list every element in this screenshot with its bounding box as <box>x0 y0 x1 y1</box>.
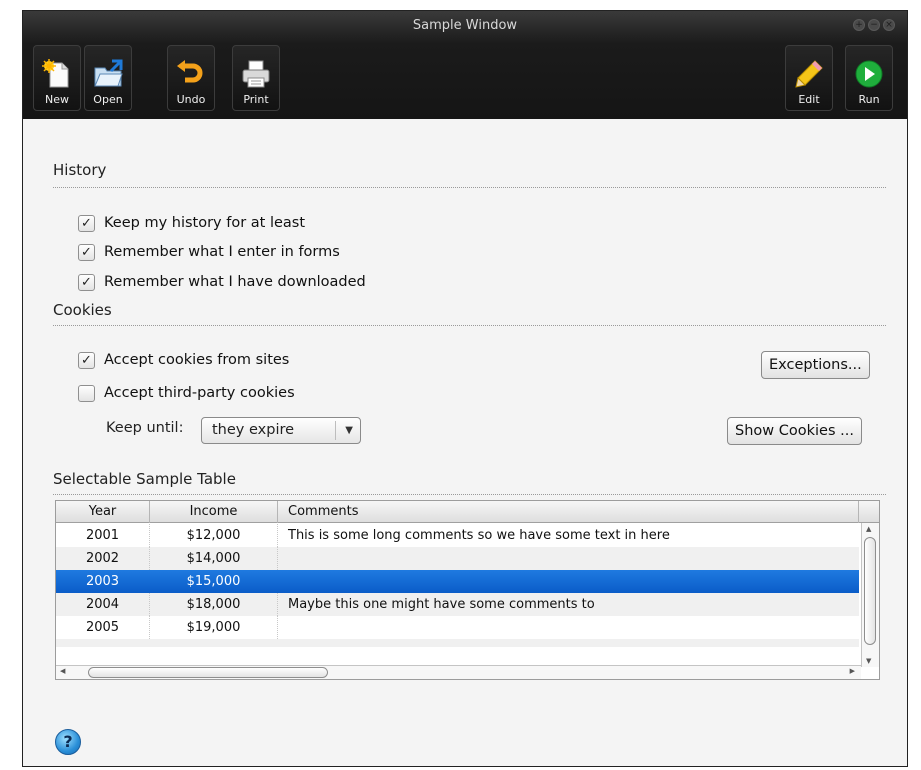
column-header-comments[interactable]: Comments <box>278 501 859 523</box>
help-icon[interactable]: ? <box>55 729 81 755</box>
keep-until-value: they expire <box>212 422 295 438</box>
remember-forms-checkbox[interactable]: ✓ <box>78 243 95 261</box>
table-heading: Selectable Sample Table <box>53 470 236 488</box>
pencil-icon <box>795 60 823 88</box>
column-header-income[interactable]: Income <box>150 501 278 523</box>
vertical-scroll-thumb[interactable] <box>864 537 876 645</box>
cell-income: $12,000 <box>150 524 278 547</box>
undo-icon <box>177 60 203 83</box>
table-row[interactable]: 2002 $14,000 <box>56 547 859 570</box>
play-icon <box>855 60 883 88</box>
remember-forms-label: Remember what I enter in forms <box>104 244 340 260</box>
table-row[interactable]: 2001 $12,000 This is some long comments … <box>56 524 859 547</box>
history-separator <box>53 187 886 188</box>
sample-table[interactable]: Year Income Comments 2001 $12,000 This i… <box>55 500 880 680</box>
edit-button[interactable]: Edit <box>785 45 833 111</box>
third-party-cookies-checkbox[interactable] <box>78 384 95 402</box>
table-header: Year Income Comments <box>56 501 879 523</box>
open-label: Open <box>93 93 123 106</box>
run-button[interactable]: Run <box>845 45 893 111</box>
scroll-down-icon[interactable]: ▼ <box>866 657 871 665</box>
cell-year: 2005 <box>56 616 150 639</box>
scroll-left-icon[interactable]: ◀ <box>60 667 65 675</box>
remember-forms-option[interactable]: ✓ Remember what I enter in forms <box>78 241 340 263</box>
column-header-year[interactable]: Year <box>56 501 150 523</box>
print-label: Print <box>243 93 269 106</box>
accept-cookies-checkbox[interactable]: ✓ <box>78 351 95 369</box>
window-title: Sample Window <box>412 18 518 33</box>
undo-label: Undo <box>176 93 206 106</box>
edit-label: Edit <box>798 93 820 106</box>
minimize-window-icon[interactable]: − <box>868 19 880 31</box>
scroll-right-icon[interactable]: ▶ <box>850 667 855 675</box>
table-row[interactable]: 2005 $19,000 <box>56 616 859 639</box>
cell-comments <box>288 616 848 639</box>
new-label: New <box>45 93 69 106</box>
cell-year: 2001 <box>56 524 150 547</box>
horizontal-scroll-thumb[interactable] <box>88 667 328 678</box>
select-divider <box>335 421 336 440</box>
cell-year: 2003 <box>85 574 120 589</box>
cell-year: 2004 <box>56 593 150 616</box>
remember-downloads-label: Remember what I have downloaded <box>104 274 366 290</box>
vertical-scrollbar[interactable]: ▲ ▼ <box>861 523 879 667</box>
cookies-heading: Cookies <box>53 301 112 319</box>
keep-until-select[interactable]: they expire ▼ <box>201 417 361 444</box>
keep-until-label: Keep until: <box>106 420 184 436</box>
cell-comments <box>288 547 848 570</box>
scroll-up-icon[interactable]: ▲ <box>866 525 871 533</box>
keep-history-option[interactable]: ✓ Keep my history for at least <box>78 212 305 234</box>
printer-icon <box>242 60 270 88</box>
accept-cookies-option[interactable]: ✓ Accept cookies from sites <box>78 349 289 371</box>
open-folder-icon <box>94 59 123 87</box>
open-button[interactable]: Open <box>84 45 132 111</box>
cell-year: 2002 <box>56 547 150 570</box>
remember-downloads-option[interactable]: ✓ Remember what I have downloaded <box>78 271 366 293</box>
new-button[interactable]: New <box>33 45 81 111</box>
table-row-partial[interactable] <box>56 639 859 647</box>
cell-income: $15,000 <box>186 574 241 589</box>
cell-income: $19,000 <box>150 616 278 639</box>
exceptions-button[interactable]: Exceptions... <box>761 351 870 379</box>
horizontal-scrollbar[interactable]: ◀ ▶ <box>56 665 861 679</box>
keep-history-checkbox[interactable]: ✓ <box>78 214 95 232</box>
cell-comments: Maybe this one might have some comments … <box>288 597 595 612</box>
title-toolbar-bar: Sample Window + − × New Open Undo Print … <box>23 11 907 119</box>
cell-income: $18,000 <box>150 593 278 616</box>
cell-income: $14,000 <box>150 547 278 570</box>
table-row[interactable]: 2004 $18,000 Maybe this one might have s… <box>56 593 859 616</box>
sample-window: Sample Window + − × New Open Undo Print … <box>22 10 908 767</box>
window-controls: + − × <box>853 19 895 31</box>
undo-button[interactable]: Undo <box>167 45 215 111</box>
remember-downloads-checkbox[interactable]: ✓ <box>78 273 95 291</box>
cell-comments <box>288 570 848 593</box>
table-row-selected[interactable]: 2003 $15,000 <box>56 570 859 593</box>
history-heading: History <box>53 161 107 179</box>
third-party-cookies-label: Accept third-party cookies <box>104 385 295 401</box>
run-label: Run <box>858 93 880 106</box>
close-window-icon[interactable]: × <box>883 19 895 31</box>
chevron-down-icon: ▼ <box>345 425 353 436</box>
show-cookies-button[interactable]: Show Cookies ... <box>727 417 862 445</box>
third-party-cookies-option[interactable]: Accept third-party cookies <box>78 382 295 404</box>
keep-history-label: Keep my history for at least <box>104 215 306 231</box>
table-separator <box>53 494 886 495</box>
cell-comments: This is some long comments so we have so… <box>288 528 670 543</box>
zoom-window-icon[interactable]: + <box>853 19 865 31</box>
new-document-icon <box>42 59 69 88</box>
print-button[interactable]: Print <box>232 45 280 111</box>
accept-cookies-label: Accept cookies from sites <box>104 352 290 368</box>
cookies-separator <box>53 325 886 326</box>
